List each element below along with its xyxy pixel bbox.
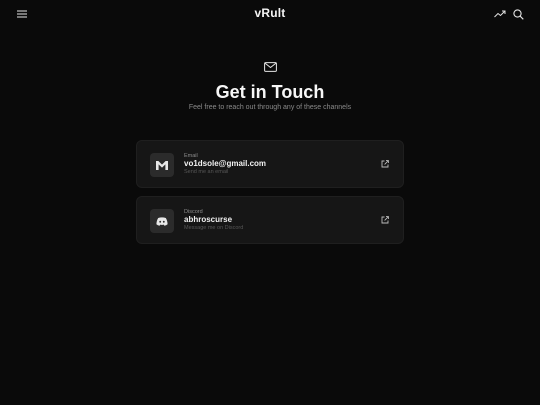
- discord-icon: [150, 209, 174, 233]
- gmail-icon: [150, 153, 174, 177]
- search-icon: [512, 8, 524, 20]
- external-link-icon[interactable]: [380, 215, 390, 225]
- contact-page: vRult Get in Touch Feel free to reach ou…: [0, 0, 540, 405]
- email-contact-card[interactable]: Email vo1dsole@gmail.com Send me an emai…: [136, 140, 404, 188]
- discord-contact-card[interactable]: Discord abhroscurse Message me on Discor…: [136, 196, 404, 244]
- trending-up-icon: [494, 10, 506, 18]
- top-navbar: vRult: [0, 0, 540, 28]
- contact-description: Send me an email: [184, 169, 229, 175]
- mail-icon: [262, 60, 278, 74]
- contact-value: abhroscurse: [184, 215, 233, 224]
- search-button[interactable]: [510, 6, 526, 22]
- page-subtitle: Feel free to reach out through any of th…: [188, 104, 352, 111]
- contact-description: Message me on Discord: [184, 225, 244, 231]
- site-logo[interactable]: vRult: [0, 6, 540, 20]
- page-title: Get in Touch: [215, 82, 325, 102]
- trending-button[interactable]: [492, 6, 508, 22]
- external-link-icon[interactable]: [380, 159, 390, 169]
- contact-value: vo1dsole@gmail.com: [184, 159, 267, 168]
